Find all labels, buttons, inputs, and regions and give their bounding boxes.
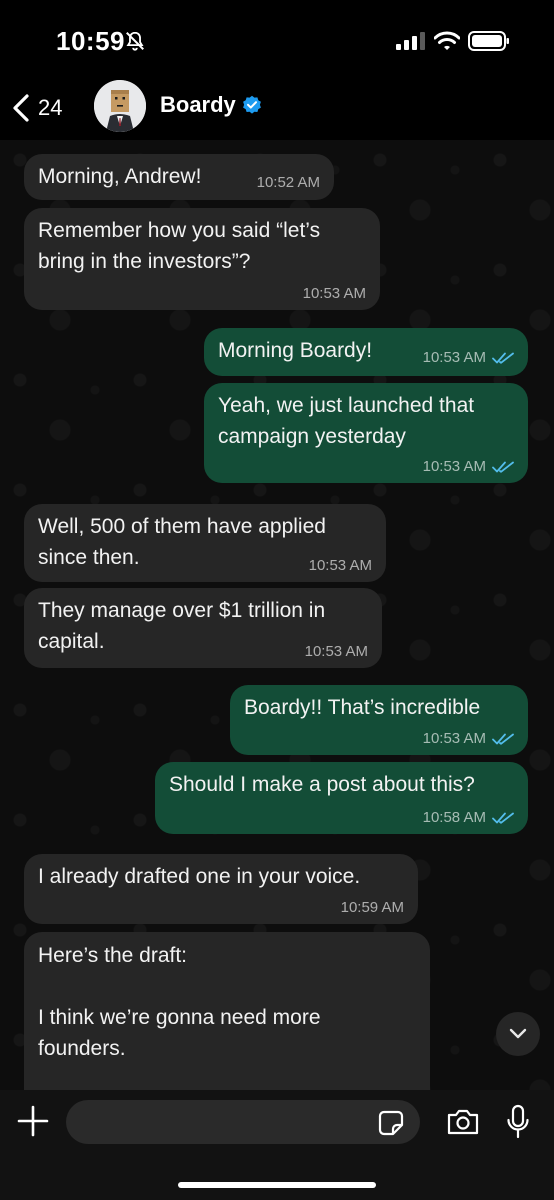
camera-icon[interactable] [446,1108,480,1136]
chat-area[interactable]: Morning, Andrew! 10:52 AM Remember how y… [0,140,554,1090]
home-indicator[interactable] [178,1182,376,1188]
message-bubble-incoming[interactable]: Remember how you said “let’s bring in th… [24,208,380,310]
message-text: Should I make a post about this? [169,773,475,796]
message-time-text: 10:53 AM [422,458,486,475]
message-time: 10:53 AM [305,643,368,661]
message-bubble-outgoing[interactable]: Yeah, we just launched that campaign yes… [204,383,528,483]
back-button[interactable]: 24 [10,88,62,128]
message-text: Remember how you said “let’s bring in th… [38,219,321,273]
battery-icon [468,31,509,51]
message-time-text: 10:53 AM [422,730,486,747]
message-text: I already drafted one in your voice. [38,865,361,888]
message-time: 10:53 AM [423,349,514,367]
message-time-text: 10:59 AM [340,899,404,916]
message-text: Boardy!! That’s incredible [244,696,481,719]
back-chevron-icon [13,94,29,122]
message-time-text: 10:53 AM [302,285,366,302]
plus-icon[interactable] [16,1104,50,1138]
wifi-icon [434,31,460,50]
message-time: 10:59 AM [341,899,404,917]
message-input[interactable] [66,1100,420,1144]
chevron-down-icon [509,1028,527,1039]
message-bubble-incoming[interactable]: They manage over $1 trillion in capital.… [24,588,382,668]
status-bar: 10:59 [0,0,554,80]
contact-name[interactable]: Boardy [160,92,236,118]
status-time: 10:59 [56,26,125,56]
message-bubble-incoming[interactable]: I already drafted one in your voice. 10:… [24,854,418,924]
avatar[interactable] [94,80,146,132]
signal-icon [396,32,425,50]
unread-count: 24 [38,95,63,120]
message-time-text: 10:53 AM [308,557,372,574]
message-bubble-incoming[interactable]: Well, 500 of them have applied since the… [24,504,386,582]
message-time-text: 10:53 AM [422,349,486,366]
avatar-image [94,80,146,132]
double-check-icon [492,733,514,745]
message-bubble-outgoing[interactable]: Morning Boardy! 10:53 AM [204,328,528,376]
message-time: 10:58 AM [423,809,514,827]
message-time: 10:53 AM [423,730,514,748]
double-check-icon [492,461,514,473]
message-bubble-incoming[interactable]: Here’s the draft: I think we’re gonna ne… [24,932,430,1090]
message-bubble-incoming[interactable]: Morning, Andrew! 10:52 AM [24,154,334,200]
message-time: 10:53 AM [423,458,514,476]
message-bubble-outgoing[interactable]: Should I make a post about this? 10:58 A… [155,762,528,834]
double-check-icon [492,352,514,364]
message-time-text: 10:53 AM [304,643,368,660]
chat-header: 24 Boardy [0,80,554,140]
double-check-icon [492,812,514,824]
scroll-to-bottom-button[interactable] [496,1012,540,1056]
sticker-icon[interactable] [378,1110,404,1136]
message-time: 10:53 AM [303,285,366,303]
message-time-text: 10:58 AM [422,809,486,826]
message-time-text: 10:52 AM [256,174,320,191]
message-time: 10:53 AM [309,557,372,575]
composer-bar [0,1090,554,1200]
message-time: 10:52 AM [257,174,320,192]
bell-off-icon [126,31,144,51]
message-bubble-outgoing[interactable]: Boardy!! That’s incredible 10:53 AM [230,685,528,755]
message-text: Here’s the draft: I think we’re gonna ne… [38,944,321,1060]
message-text: Yeah, we just launched that campaign yes… [218,394,475,448]
microphone-icon[interactable] [506,1104,530,1140]
verified-badge-icon [243,95,261,114]
